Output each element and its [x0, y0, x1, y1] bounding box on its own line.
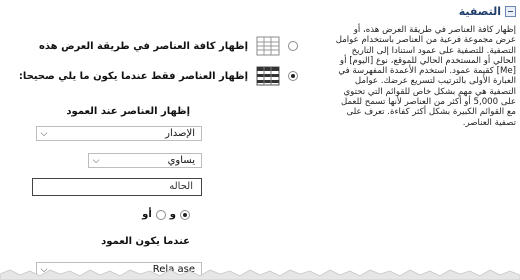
second-column-label: عندما يكون العمود	[101, 236, 190, 247]
torn-edge	[0, 269, 520, 280]
filtered-grid-icon	[256, 66, 280, 86]
show-filtered-label: إظهار العناصر فقط عندما يكون ما يلي صحيح…	[18, 70, 248, 82]
show-all-label: إظهار كافة العناصر في طريقة العرض هذه	[38, 40, 248, 52]
section-header[interactable]: التصفية	[334, 4, 516, 19]
show-all-radio[interactable]	[288, 41, 298, 51]
or-label: أو	[142, 209, 152, 220]
operator-select[interactable]: ⌵ يساوي	[88, 153, 202, 168]
section-title: التصفية	[458, 5, 501, 18]
filter-description-panel: التصفية إظهار كافة العناصر في طريقة العر…	[334, 4, 516, 128]
filter-value-input[interactable]: الحاله	[32, 178, 202, 196]
and-radio[interactable]	[180, 209, 190, 220]
list-grid-icon	[256, 36, 280, 56]
operator-select-value: يساوي	[167, 155, 195, 166]
filter-description-text: إظهار كافة العناصر في طريقة العرض هذه، أ…	[335, 25, 516, 128]
column-label: إظهار العناصر عند العمود	[66, 106, 190, 117]
option-show-filtered[interactable]: إظهار العناصر فقط عندما يكون ما يلي صحيح…	[19, 66, 298, 86]
chevron-down-icon: ⌵	[92, 155, 100, 166]
option-show-all[interactable]: إظهار كافة العناصر في طريقة العرض هذه	[39, 36, 298, 56]
and-or-group: و أو	[142, 209, 190, 220]
show-filtered-radio[interactable]	[288, 71, 298, 81]
and-label: و	[169, 209, 176, 220]
chevron-down-icon: ⌵	[40, 128, 48, 139]
column-select[interactable]: ⌵ الإصدار	[36, 126, 202, 141]
column-select-value: الإصدار	[165, 128, 195, 139]
or-radio[interactable]	[155, 209, 166, 220]
collapse-icon[interactable]	[505, 6, 516, 17]
